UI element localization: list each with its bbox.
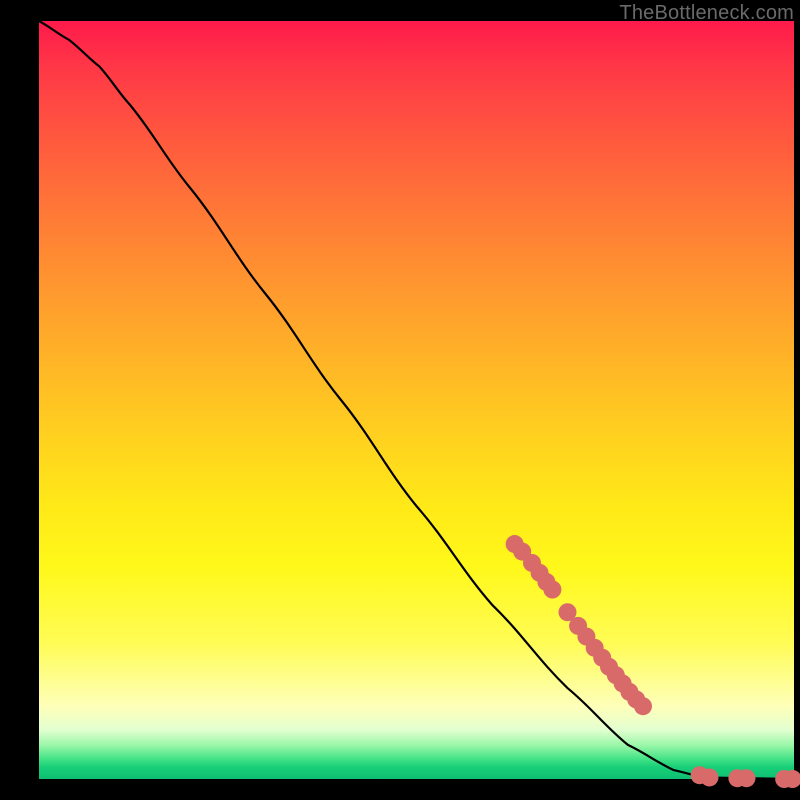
- curve-line: [39, 21, 794, 779]
- data-point: [634, 697, 652, 715]
- data-point: [543, 581, 561, 599]
- chart-svg: [39, 21, 794, 779]
- plot-area: [39, 21, 794, 779]
- data-point: [737, 769, 755, 787]
- chart-frame: TheBottleneck.com: [0, 0, 800, 800]
- data-point: [700, 768, 718, 786]
- markers-group: [506, 535, 800, 788]
